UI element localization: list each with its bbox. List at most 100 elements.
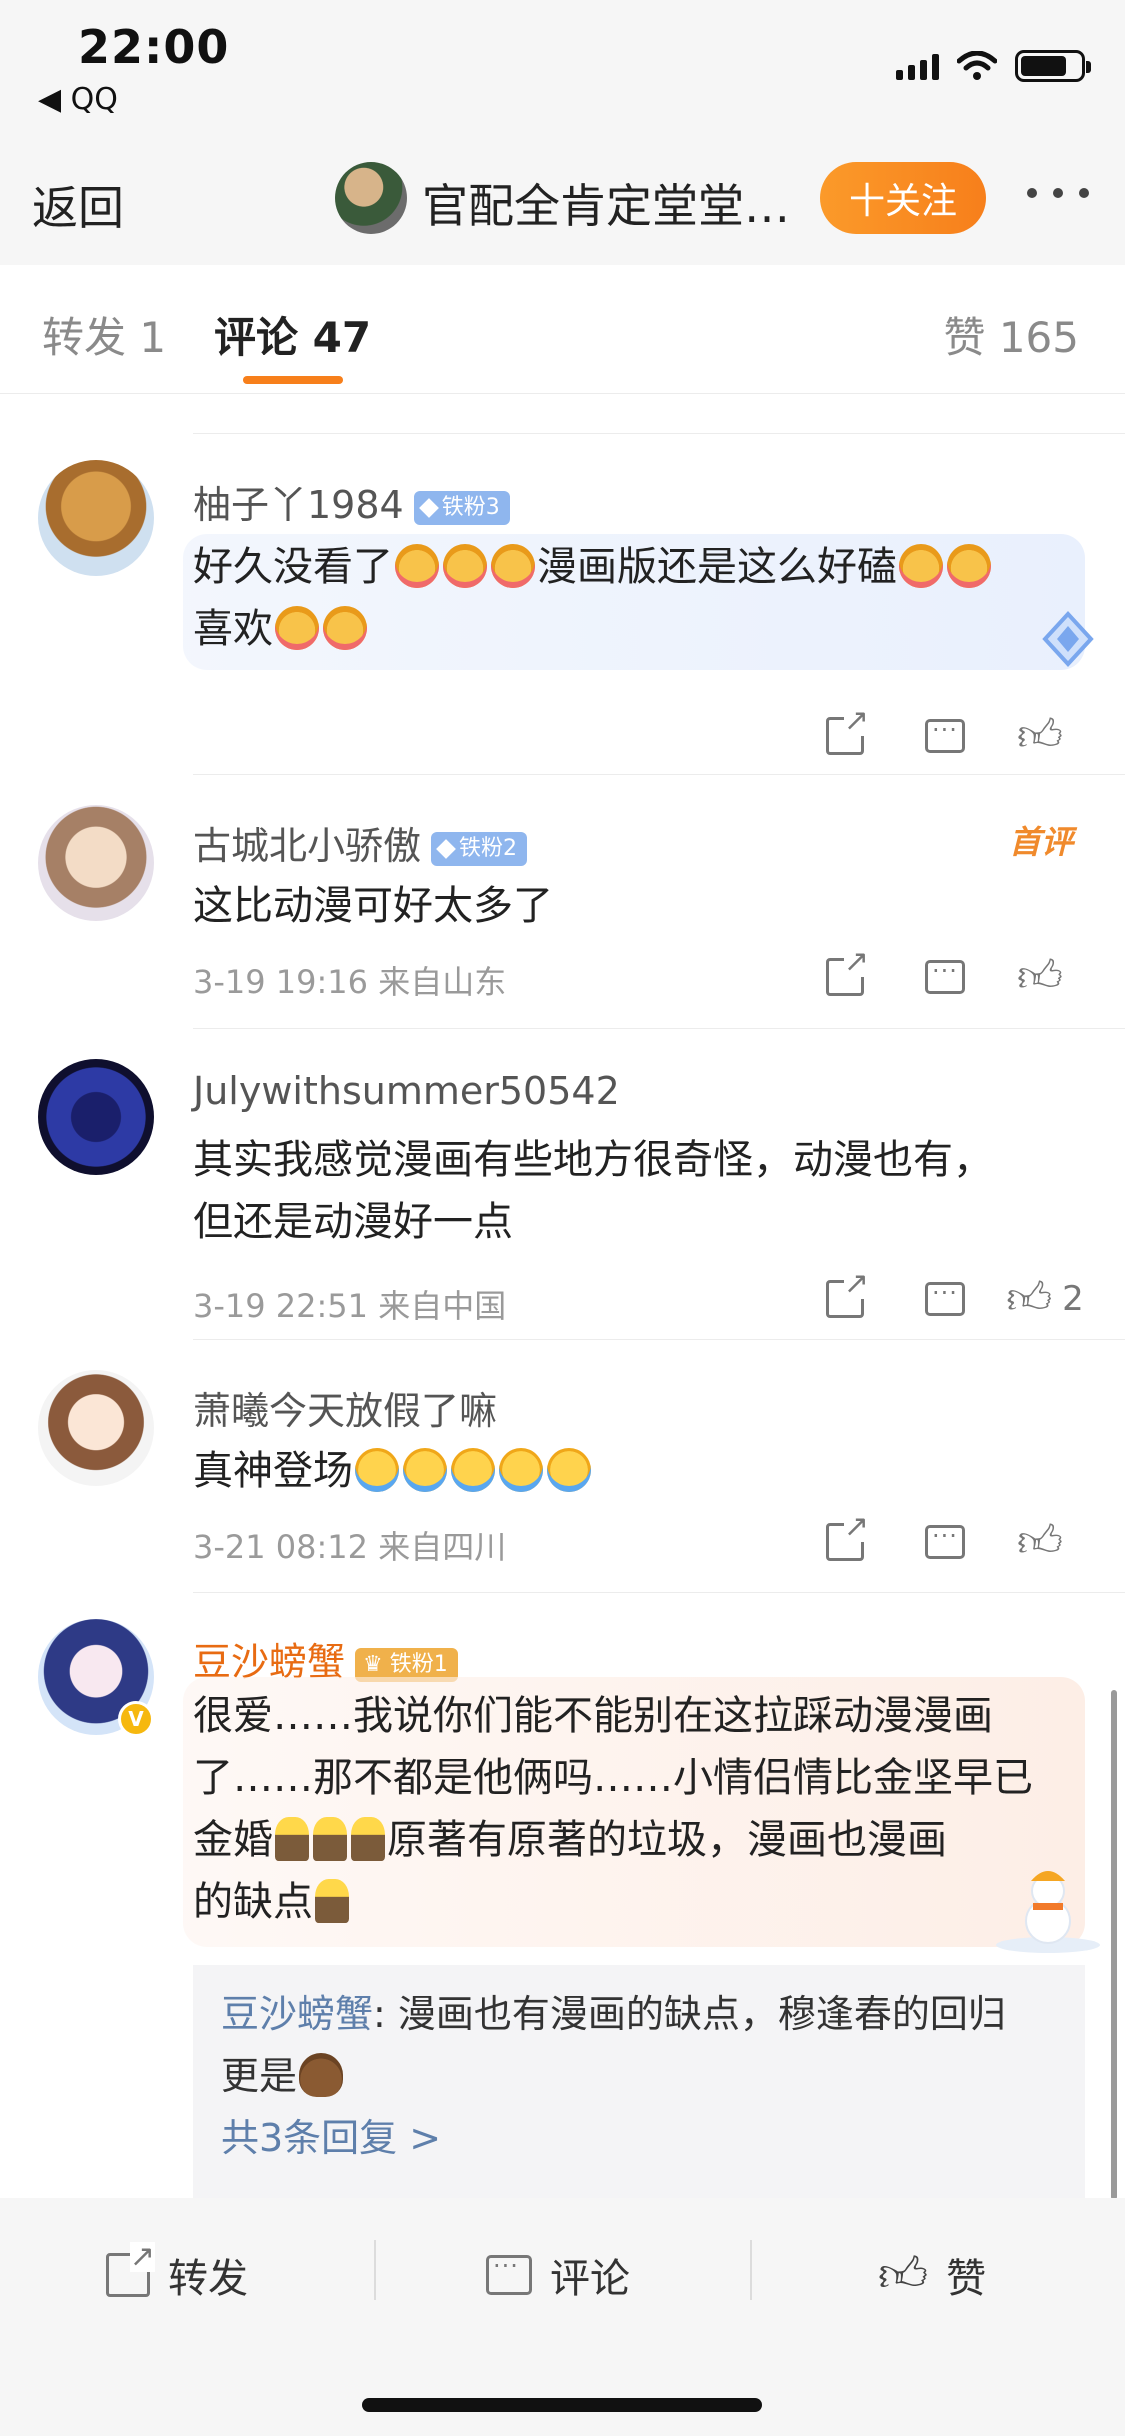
comment-text: 好久没看了 漫画版还是这么好磕 喜欢 bbox=[193, 536, 1073, 660]
share-icon bbox=[106, 2242, 155, 2297]
comment-list: 柚子丫1984铁粉3 好久没看了漫画版还是这么好磕 喜欢 👍︎ 古城北小骄傲铁粉… bbox=[0, 394, 1125, 2198]
avatar[interactable] bbox=[38, 805, 154, 921]
crying-face-emoji bbox=[355, 1448, 399, 1492]
back-button[interactable]: 返回 bbox=[32, 172, 124, 238]
love-face-emoji bbox=[947, 544, 991, 588]
comment-item: V 豆沙螃蟹 ♛ 铁粉1 很爱……我说你们能不能别在这拉踩动漫漫画 了……那不都是… bbox=[0, 1593, 1125, 2198]
thumbs-up-icon: 👍︎ bbox=[1017, 1516, 1063, 1567]
poop-emoji bbox=[299, 2053, 344, 2097]
crying-face-emoji bbox=[499, 1448, 543, 1492]
tab-repost[interactable]: 转发 1 bbox=[42, 304, 166, 365]
love-face-emoji bbox=[491, 544, 535, 588]
comment-text: 其实我感觉漫画有些地方很奇怪，动漫也有， 但还是动漫好一点 bbox=[193, 1137, 993, 1245]
love-face-emoji bbox=[395, 544, 439, 588]
comment-actions: 👍︎ bbox=[795, 1512, 1095, 1572]
status-time: 22:00 bbox=[78, 20, 230, 74]
status-bar: 22:00 ◀ QQ bbox=[0, 0, 1125, 140]
thumbs-up-icon: 👍︎ bbox=[878, 2247, 929, 2303]
snowman-decoration-icon bbox=[996, 1871, 1100, 1953]
share-icon bbox=[826, 1269, 869, 1318]
comment-username[interactable]: Julywithsummer50542 bbox=[193, 1069, 620, 1113]
thumbs-up-icon: 👍︎ bbox=[1017, 951, 1063, 1002]
repost-comment-button[interactable] bbox=[795, 947, 895, 1007]
comment-icon bbox=[925, 957, 965, 994]
love-face-emoji bbox=[275, 606, 319, 650]
comment-icon bbox=[486, 2252, 532, 2295]
crying-face-emoji bbox=[403, 1448, 447, 1492]
comment-meta: 3-21 08:12 来自四川 bbox=[193, 1528, 507, 1566]
comment-username[interactable]: 柚子丫1984 铁粉3 bbox=[193, 474, 510, 529]
previous-comment-partial bbox=[193, 394, 1125, 434]
crying-face-emoji bbox=[547, 1448, 591, 1492]
comment-icon bbox=[925, 1279, 965, 1316]
back-to-app-link[interactable]: ◀ QQ bbox=[38, 82, 118, 117]
comment-item: 萧曦今天放假了嘛 真神登场 3-21 08:12 来自四川 👍︎ bbox=[0, 1340, 1125, 1592]
comment-username[interactable]: 萧曦今天放假了嘛 bbox=[193, 1380, 497, 1435]
like-comment-button[interactable]: 👍︎ bbox=[995, 947, 1095, 1007]
comment-item: 古城北小骄傲铁粉2 首评 这比动漫可好太多了 3-19 19:16 来自山东 👍… bbox=[0, 775, 1125, 1028]
first-comment-badge: 首评 bbox=[1008, 823, 1073, 861]
reply-preview[interactable]: 豆沙螃蟹: 漫画也有漫画的缺点，穆逢春的回归 更是 共3条回复 > bbox=[193, 1965, 1085, 2198]
avatar[interactable] bbox=[38, 1059, 154, 1175]
comment-item: 柚子丫1984铁粉3 好久没看了漫画版还是这么好磕 喜欢 👍︎ bbox=[0, 434, 1125, 774]
comment-username[interactable]: 古城北小骄傲 铁粉2 bbox=[193, 815, 528, 870]
active-tab-indicator bbox=[243, 376, 343, 384]
comment-actions: 👍︎2 bbox=[795, 1269, 1095, 1329]
comment-meta: 3-19 22:51 来自中国 bbox=[193, 1287, 507, 1325]
reply-comment-button[interactable] bbox=[895, 1512, 995, 1572]
follow-button[interactable]: 十关注 bbox=[820, 162, 986, 234]
post-author-title[interactable]: 官配全肯定堂堂… bbox=[422, 170, 792, 236]
like-button[interactable]: 👍︎ 赞 bbox=[878, 2240, 986, 2310]
thumbs-up-icon: 👍︎ bbox=[1006, 1273, 1053, 1324]
reply-comment-button[interactable] bbox=[895, 706, 995, 766]
like-comment-button[interactable]: 👍︎ bbox=[995, 706, 1095, 766]
torch-emoji bbox=[275, 1817, 309, 1861]
reply-text: 豆沙螃蟹: 漫画也有漫画的缺点，穆逢春的回归 更是 bbox=[221, 1992, 1006, 2098]
like-comment-button[interactable]: 👍︎ 2 bbox=[995, 1269, 1095, 1329]
nav-bar: 返回 官配全肯定堂堂… 十关注 bbox=[0, 140, 1125, 265]
status-icons bbox=[896, 50, 1091, 82]
battery-icon bbox=[1015, 50, 1091, 82]
love-face-emoji bbox=[899, 544, 943, 588]
share-icon bbox=[826, 1512, 869, 1561]
repost-comment-button[interactable] bbox=[795, 1269, 895, 1329]
fan-level-badge: 铁粉2 bbox=[431, 831, 528, 866]
author-avatar[interactable] bbox=[335, 162, 407, 234]
comment-item: Julywithsummer50542 其实我感觉漫画有些地方很奇怪，动漫也有，… bbox=[0, 1029, 1125, 1339]
comment-text: 这比动漫可好太多了 bbox=[193, 883, 553, 929]
comment-actions: 👍︎ bbox=[795, 947, 1095, 1007]
separator bbox=[374, 2240, 376, 2300]
view-all-replies-link[interactable]: 共3条回复 > bbox=[221, 2107, 1057, 2169]
repost-button[interactable]: 转发 bbox=[106, 2240, 248, 2310]
comment-meta: 3-19 19:16 来自山东 bbox=[193, 963, 507, 1001]
reply-comment-button[interactable] bbox=[895, 1269, 995, 1329]
home-indicator[interactable] bbox=[362, 2398, 762, 2412]
reply-username[interactable]: 豆沙螃蟹 bbox=[221, 1992, 373, 2036]
avatar[interactable] bbox=[38, 460, 154, 576]
fan-level-badge: 铁粉3 bbox=[413, 490, 510, 525]
torch-emoji bbox=[313, 1817, 347, 1861]
more-options-icon[interactable] bbox=[1027, 188, 1089, 198]
repost-comment-button[interactable] bbox=[795, 706, 895, 766]
wifi-icon bbox=[957, 51, 997, 80]
repost-comment-button[interactable] bbox=[795, 1512, 895, 1572]
avatar[interactable] bbox=[38, 1370, 154, 1486]
cellular-signal-icon bbox=[896, 52, 939, 80]
comment-actions: 👍︎ bbox=[795, 706, 1095, 766]
torch-emoji bbox=[315, 1879, 349, 1923]
love-face-emoji bbox=[323, 606, 367, 650]
comment-icon bbox=[925, 716, 965, 753]
thumbs-up-icon: 👍︎ bbox=[1017, 710, 1063, 761]
share-icon bbox=[826, 947, 869, 996]
tab-likes[interactable]: 赞 165 bbox=[943, 304, 1079, 365]
comment-icon bbox=[925, 1522, 965, 1559]
like-comment-button[interactable]: 👍︎ bbox=[995, 1512, 1095, 1572]
comment-button[interactable]: 评论 bbox=[486, 2240, 630, 2310]
diamond-decoration-icon bbox=[1042, 611, 1094, 667]
scrollbar[interactable] bbox=[1111, 1690, 1117, 2200]
crying-face-emoji bbox=[451, 1448, 495, 1492]
tab-comments[interactable]: 评论 47 bbox=[214, 304, 371, 365]
bottom-action-bar: 转发 评论 👍︎ 赞 bbox=[0, 2198, 1125, 2436]
love-face-emoji bbox=[443, 544, 487, 588]
reply-comment-button[interactable] bbox=[895, 947, 995, 1007]
